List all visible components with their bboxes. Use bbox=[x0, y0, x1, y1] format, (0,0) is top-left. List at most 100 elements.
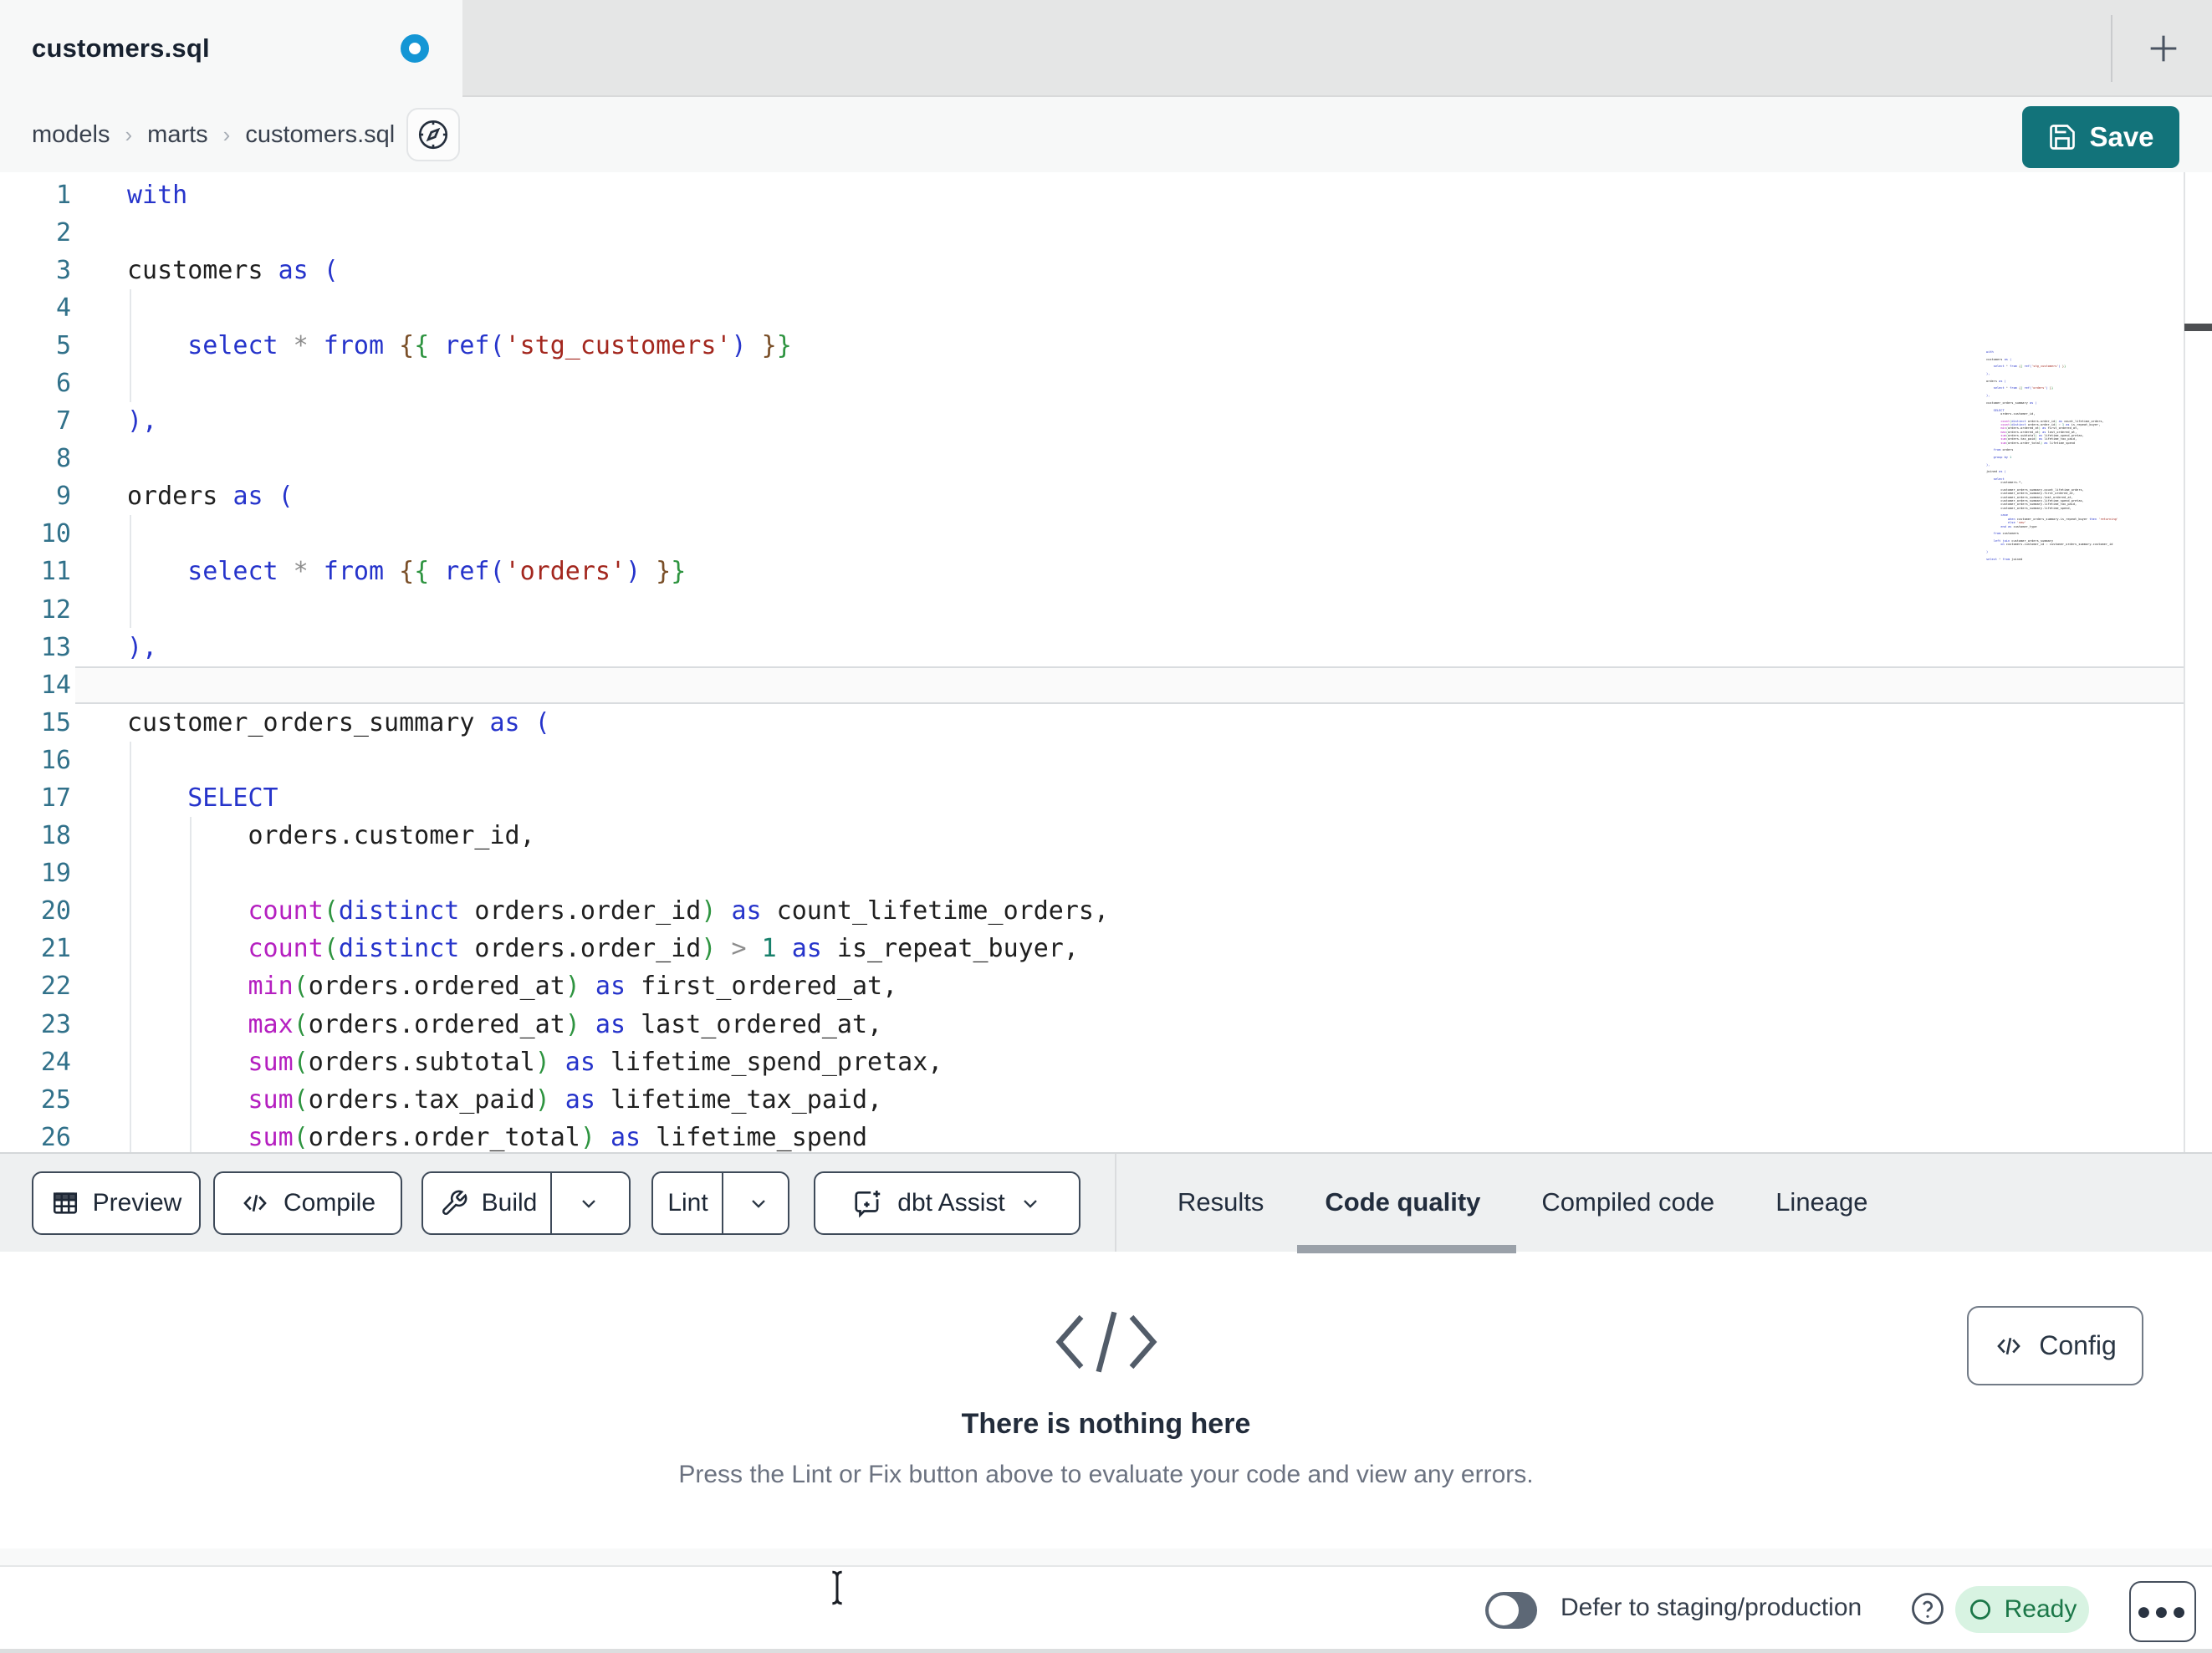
line-number: 2 bbox=[55, 217, 71, 247]
code-line[interactable]: 25 sum(orders.tax_paid) as lifetime_tax_… bbox=[0, 1081, 2212, 1119]
code-editor[interactable]: 1 with 2 3 customers as (4 5 select * from {{… bbox=[0, 172, 2212, 1152]
code-line[interactable]: 14 bbox=[0, 666, 2212, 704]
empty-state-title: There is nothing here bbox=[961, 1408, 1251, 1440]
code-line[interactable]: 10 bbox=[0, 515, 2212, 553]
new-tab-button[interactable] bbox=[2131, 17, 2196, 80]
code-line-content: sum(orders.tax_paid) as lifetime_tax_pai… bbox=[248, 1084, 883, 1115]
active-tab-underline bbox=[1297, 1245, 1516, 1253]
file-tab-title: customers.sql bbox=[32, 33, 210, 63]
empty-state-subtitle: Press the Lint or Fix button above to ev… bbox=[678, 1461, 1534, 1488]
tab-results[interactable]: Results bbox=[1178, 1187, 1264, 1217]
chevron-down-icon bbox=[1023, 1200, 1037, 1208]
code-line[interactable]: 16 bbox=[0, 742, 2212, 779]
tab-compiled-code[interactable]: Compiled code bbox=[1541, 1187, 1714, 1217]
lint-dropdown-chevron[interactable] bbox=[737, 1191, 780, 1215]
line-number: 7 bbox=[55, 406, 71, 436]
minimap-line: select * from joined bbox=[1986, 557, 2023, 561]
lint-split-button[interactable]: Lint bbox=[651, 1171, 789, 1235]
panel-bottom-strip bbox=[0, 1548, 2212, 1567]
tab-bar-background bbox=[462, 0, 2212, 97]
code-line[interactable]: 23 max(orders.ordered_at) as last_ordere… bbox=[0, 1006, 2212, 1043]
code-line[interactable]: 22 min(orders.ordered_at) as first_order… bbox=[0, 967, 2212, 1005]
preview-button[interactable]: Preview bbox=[32, 1171, 201, 1235]
lint-button-label: Lint bbox=[667, 1189, 708, 1217]
code-line[interactable]: 17 SELECT bbox=[0, 779, 2212, 817]
defer-toggle[interactable] bbox=[1485, 1592, 1537, 1629]
compile-button[interactable]: Compile bbox=[213, 1171, 402, 1235]
line-number: 16 bbox=[40, 745, 71, 775]
scroll-ruler bbox=[2184, 172, 2185, 1152]
lineage-compass-button[interactable] bbox=[406, 108, 460, 161]
code-line[interactable]: 5 select * from {{ ref('stg_customers') … bbox=[0, 327, 2212, 365]
code-line-content: max(orders.ordered_at) as last_ordered_a… bbox=[248, 1009, 883, 1039]
code-line[interactable]: 21 count(distinct orders.order_id) > 1 a… bbox=[0, 930, 2212, 967]
code-line[interactable]: 4 bbox=[0, 289, 2212, 327]
code-line-content: count(distinct orders.order_id) > 1 as i… bbox=[248, 934, 1079, 964]
compass-icon bbox=[418, 120, 448, 150]
build-button-label: Build bbox=[481, 1189, 538, 1217]
code-line[interactable]: 11 select * from {{ ref('orders') }} bbox=[0, 553, 2212, 590]
line-number: 22 bbox=[40, 972, 71, 1002]
code-line-content: sum(orders.subtotal) as lifetime_spend_p… bbox=[248, 1047, 943, 1077]
code-line[interactable]: 7), bbox=[0, 402, 2212, 440]
build-split-button[interactable]: Build bbox=[421, 1171, 631, 1235]
code-line-content: customer_orders_summary as ( bbox=[127, 707, 550, 737]
status-badge[interactable]: Ready bbox=[1955, 1586, 2089, 1633]
code-line-content: min(orders.ordered_at) as first_ordered_… bbox=[248, 972, 898, 1002]
scroll-position-marker[interactable] bbox=[2184, 324, 2212, 331]
wrench-icon bbox=[442, 1190, 467, 1215]
line-number: 5 bbox=[55, 330, 71, 360]
tab-bar: customers.sql bbox=[0, 0, 2212, 97]
breadcrumb-item-models[interactable]: models bbox=[32, 121, 110, 149]
code-line[interactable]: 13), bbox=[0, 629, 2212, 666]
more-options-button[interactable]: ●●● bbox=[2129, 1581, 2196, 1642]
window-bottom-border bbox=[0, 1649, 2212, 1653]
tab-code-quality[interactable]: Code quality bbox=[1325, 1187, 1480, 1217]
code-line[interactable]: 9 orders as ( bbox=[0, 477, 2212, 515]
code-icon bbox=[1997, 1337, 2021, 1355]
line-number: 11 bbox=[40, 557, 71, 587]
code-line-content: SELECT bbox=[187, 783, 278, 813]
line-number: 19 bbox=[40, 859, 71, 889]
dbt-assist-button[interactable]: dbt Assist bbox=[814, 1171, 1080, 1235]
code-line[interactable]: 20 count(distinct orders.order_id) as co… bbox=[0, 892, 2212, 930]
split-button-divider bbox=[721, 1173, 723, 1233]
breadcrumb-item-marts[interactable]: marts bbox=[147, 121, 208, 149]
line-number: 9 bbox=[55, 482, 71, 512]
code-line[interactable]: 26 sum(orders.order_total) as lifetime_s… bbox=[0, 1119, 2212, 1152]
code-line[interactable]: 24 sum(orders.subtotal) as lifetime_spen… bbox=[0, 1043, 2212, 1081]
toggle-knob bbox=[1489, 1595, 1519, 1625]
code-line[interactable]: 3 customers as ( bbox=[0, 252, 2212, 289]
line-number: 12 bbox=[40, 594, 71, 625]
code-line[interactable]: 15 customer_orders_summary as ( bbox=[0, 704, 2212, 742]
line-number: 10 bbox=[40, 519, 71, 549]
config-button[interactable]: Config bbox=[1967, 1306, 2143, 1385]
help-question-icon[interactable] bbox=[1910, 1591, 1945, 1626]
ellipsis-icon: ●●● bbox=[2136, 1597, 2189, 1625]
code-line[interactable]: 6 bbox=[0, 365, 2212, 402]
build-dropdown-chevron[interactable] bbox=[565, 1191, 612, 1215]
code-line[interactable]: 1 with bbox=[0, 176, 2212, 214]
chevron-down-icon bbox=[582, 1200, 596, 1208]
action-toolbar: Preview Compile Build Lint dbt Assist bbox=[0, 1152, 2212, 1252]
indent-guide bbox=[130, 289, 131, 402]
code-line[interactable]: 8 bbox=[0, 440, 2212, 477]
panel-tabs: Results Code quality Compiled code Linea… bbox=[1115, 1152, 1868, 1252]
code-icon bbox=[1055, 1311, 1157, 1373]
file-tab-customers-sql[interactable]: customers.sql bbox=[0, 0, 462, 97]
tab-lineage[interactable]: Lineage bbox=[1775, 1187, 1867, 1217]
code-line[interactable]: 19 bbox=[0, 855, 2212, 892]
code-line[interactable]: 18 orders.customer_id, bbox=[0, 817, 2212, 855]
minimap[interactable]: with customers as ( select * from {{ ref(… bbox=[1986, 350, 2120, 561]
indent-guide bbox=[190, 817, 192, 1152]
code-line[interactable]: 12 bbox=[0, 591, 2212, 629]
code-line-content: orders.customer_id, bbox=[127, 821, 535, 851]
config-button-label: Config bbox=[2039, 1330, 2117, 1360]
status-ring-icon bbox=[1969, 1599, 1990, 1620]
line-number: 15 bbox=[40, 707, 71, 737]
empty-state: There is nothing here Press the Lint or … bbox=[0, 1304, 2212, 1489]
line-number: 1 bbox=[55, 180, 71, 210]
code-line[interactable]: 2 bbox=[0, 214, 2212, 252]
line-number: 25 bbox=[40, 1084, 71, 1115]
save-button[interactable]: Save bbox=[2022, 106, 2179, 168]
